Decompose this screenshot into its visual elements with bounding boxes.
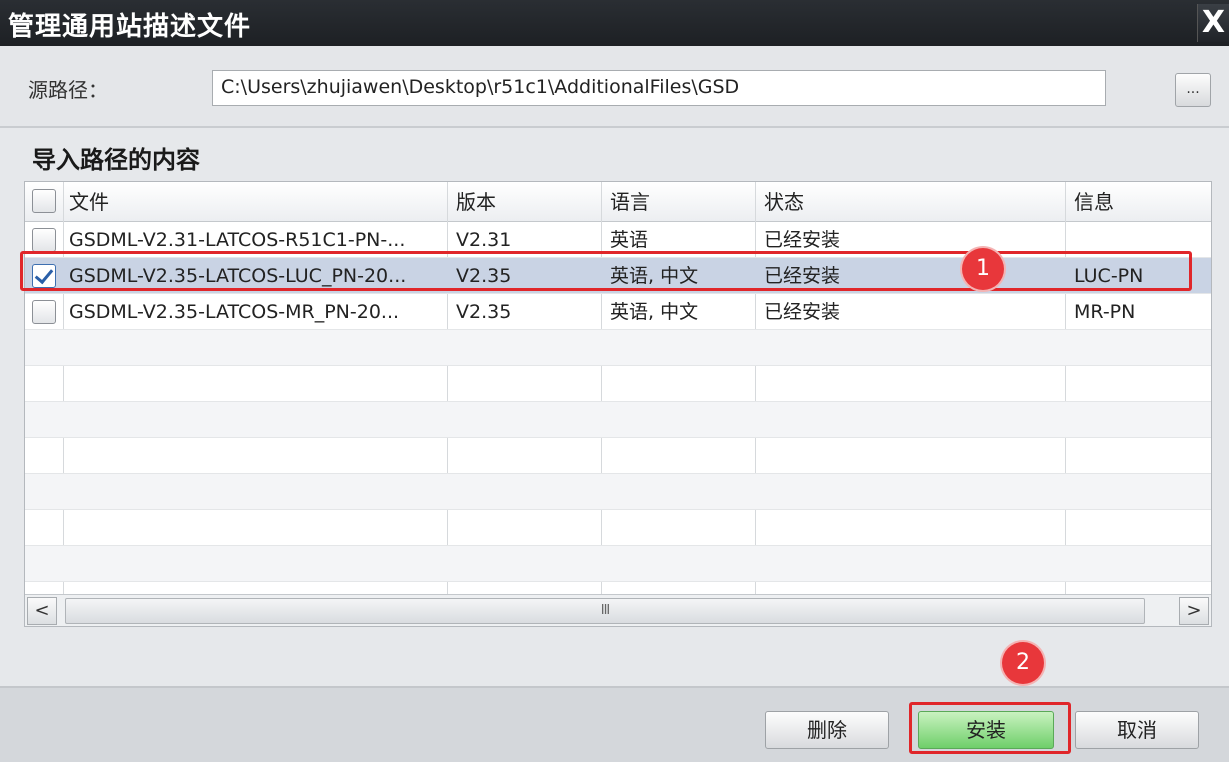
section-title: 导入路径的内容 — [32, 146, 200, 174]
table-row[interactable]: GSDML-V2.35-LATCOS-MR_PN-20... V2.35 英语,… — [25, 294, 1211, 330]
table-header: 文件 版本 语言 状态 信息 — [25, 182, 1211, 222]
column-header-info[interactable]: 信息 — [1066, 182, 1114, 222]
empty-row — [25, 546, 1211, 582]
column-header-file[interactable]: 文件 — [61, 182, 109, 222]
step-badge-2: 2 — [1002, 642, 1044, 684]
gsd-file-table: 文件 版本 语言 状态 信息 GSDML-V2.31-LATCOS-R51C1-… — [24, 181, 1212, 627]
select-all-checkbox[interactable] — [32, 189, 56, 213]
source-path-input[interactable]: C:\Users\zhujiawen\Desktop\r51c1\Additio… — [212, 70, 1106, 106]
highlight-install-button — [909, 702, 1071, 754]
column-header-version[interactable]: 版本 — [448, 182, 496, 222]
column-header-language[interactable]: 语言 — [602, 182, 650, 222]
close-button[interactable]: X — [1197, 4, 1229, 42]
divider — [0, 126, 1229, 128]
scroll-thumb[interactable]: III — [65, 598, 1145, 624]
scroll-left-button[interactable]: < — [27, 597, 57, 625]
manage-gsd-dialog: 管理通用站描述文件 X 源路径： C:\Users\zhujiawen\Desk… — [0, 0, 1229, 762]
empty-row — [25, 330, 1211, 366]
cancel-button[interactable]: 取消 — [1075, 711, 1199, 749]
empty-row — [25, 438, 1211, 474]
window-title: 管理通用站描述文件 — [8, 12, 252, 42]
browse-button[interactable]: ... — [1175, 73, 1211, 107]
row-checkbox[interactable] — [32, 228, 56, 252]
file-cell: GSDML-V2.35-LATCOS-MR_PN-20... — [69, 301, 400, 323]
delete-button[interactable]: 删除 — [765, 711, 889, 749]
row-checkbox[interactable] — [32, 300, 56, 324]
source-path-label: 源路径： — [28, 78, 108, 102]
highlight-selected-row — [20, 251, 1192, 291]
scroll-right-button[interactable]: > — [1179, 597, 1209, 625]
empty-row — [25, 474, 1211, 510]
title-bar: 管理通用站描述文件 X — [0, 0, 1229, 46]
column-header-status[interactable]: 状态 — [756, 182, 804, 222]
empty-row — [25, 402, 1211, 438]
step-badge-1: 1 — [962, 248, 1004, 290]
empty-row — [25, 510, 1211, 546]
version-cell: V2.35 — [456, 301, 512, 323]
language-cell: 英语, 中文 — [610, 301, 699, 323]
empty-row — [25, 366, 1211, 402]
horizontal-scrollbar[interactable]: < III > — [25, 594, 1211, 626]
status-cell: 已经安装 — [764, 301, 841, 323]
info-cell: MR-PN — [1074, 301, 1136, 323]
